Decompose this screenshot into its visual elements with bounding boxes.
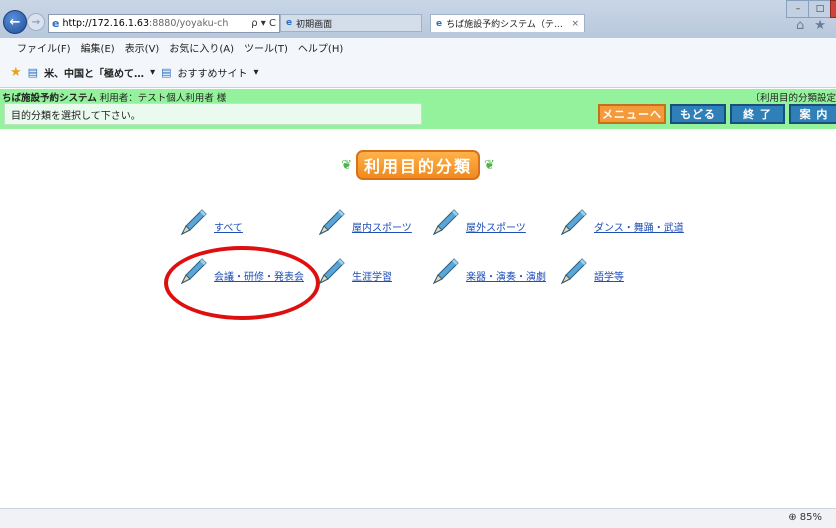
category-link[interactable]: 屋内スポーツ [352,219,412,234]
end-button[interactable]: 終 了 [730,104,785,124]
menu-help[interactable]: ヘルプ(H) [298,40,343,55]
category-languages[interactable]: 語学等 [558,255,624,287]
maximize-button[interactable]: □ [808,0,832,18]
tab-label: 初期画面 [296,19,333,30]
instruction-message: 目的分類を選択して下さい。 [4,103,422,125]
chevron-down-icon[interactable]: ▾ [150,67,155,78]
screen-name: 〔利用目的分類設定 [750,93,836,104]
category-link[interactable]: ダンス・舞踊・武道 [594,219,684,234]
menu-bar: ファイル(F) 編集(E) 表示(V) お気に入り(A) ツール(T) ヘルプ(… [0,38,836,57]
ie-icon: e [52,17,60,30]
pencil-icon [560,209,587,236]
toolbar-icons: ⌂ ★ [796,18,826,33]
guide-button[interactable]: 案 内 [789,104,836,124]
category-dance-martial-arts[interactable]: ダンス・舞踊・武道 [558,206,684,238]
favorites-star-icon[interactable]: ★ [10,65,22,80]
favorites-star-icon[interactable]: ★ [814,18,826,33]
address-controls[interactable]: ρ ▾ C [251,18,279,29]
chevron-down-icon[interactable]: ▾ [254,67,259,78]
zoom-level[interactable]: ⊕ 85% [788,512,822,523]
back-arrow-icon[interactable]: ← [3,10,27,34]
tab-initial-screen[interactable]: e 初期画面 [280,14,422,32]
ie-icon: e [436,18,443,29]
pencil-icon [180,209,207,236]
page-title-text: 利用目的分類 [355,150,480,180]
menu-edit[interactable]: 編集(E) [81,40,115,55]
favorites-bar: ★ ▤ 米、中国と「極めて… ▾ ▤ おすすめサイト ▾ [0,57,836,88]
category-indoor-sports[interactable]: 屋内スポーツ [316,206,412,238]
category-link[interactable]: 屋外スポーツ [466,219,526,234]
forward-arrow-icon[interactable]: → [27,13,45,31]
home-icon[interactable]: ⌂ [796,18,804,33]
menu-button[interactable]: メニューへ [598,104,666,124]
page-title: ❦ 利用目的分類 ❦ [0,150,836,180]
category-lifelong-learning[interactable]: 生涯学習 [316,255,392,287]
pencil-icon [432,209,459,236]
favorite-link-recommended[interactable]: おすすめサイト [178,65,248,80]
category-all[interactable]: すべて [178,206,243,238]
page-icon: ▤ [161,65,172,79]
status-bar: ⊕ 85% [0,508,836,528]
tab-reservation-system[interactable]: e ちば施設予約システム（テ… × [430,14,585,32]
red-highlight-circle [164,246,320,320]
menu-file[interactable]: ファイル(F) [17,40,71,55]
category-link[interactable]: 語学等 [594,268,624,283]
menu-favorites[interactable]: お気に入り(A) [169,40,234,55]
page-icon: ▤ [27,65,39,79]
address-host: http://172.16.1.63 [62,18,149,29]
pencil-icon [560,258,587,285]
favorite-link-news[interactable]: 米、中国と「極めて… [44,65,144,80]
browser-titlebar: ← → e http://172.16.1.63 :8880/yoyaku-ch… [0,0,836,38]
tab-close-icon[interactable]: × [571,19,579,29]
menu-view[interactable]: 表示(V) [125,40,160,55]
address-bar[interactable]: e http://172.16.1.63 :8880/yoyaku-ch ρ ▾… [48,14,280,33]
back-button[interactable]: もどる [670,104,726,124]
pencil-icon [318,209,345,236]
ie-icon: e [286,18,293,28]
tab-label: ちば施設予約システム（テ… [446,20,563,30]
category-outdoor-sports[interactable]: 屋外スポーツ [430,206,526,238]
leaf-icon: ❦ [341,157,352,173]
category-link[interactable]: 楽器・演奏・演劇 [466,268,546,283]
app-header: ちば施設予約システム 利用者：テスト個人利用者 様 〔利用目的分類設定 目的分類… [0,89,836,129]
address-path: :8880/yoyaku-ch [149,18,229,29]
window-close-button[interactable] [830,0,836,18]
leaf-icon: ❦ [484,157,495,173]
category-link[interactable]: すべて [214,219,243,234]
category-music-drama[interactable]: 楽器・演奏・演劇 [430,255,546,287]
minimize-button[interactable]: – [786,0,810,18]
menu-tools[interactable]: ツール(T) [244,40,288,55]
app-title: ちば施設予約システム 利用者：テスト個人利用者 様 [2,90,226,104]
zoom-value: 85% [799,512,822,523]
category-link[interactable]: 生涯学習 [352,268,392,283]
pencil-icon [318,258,345,285]
pencil-icon [432,258,459,285]
